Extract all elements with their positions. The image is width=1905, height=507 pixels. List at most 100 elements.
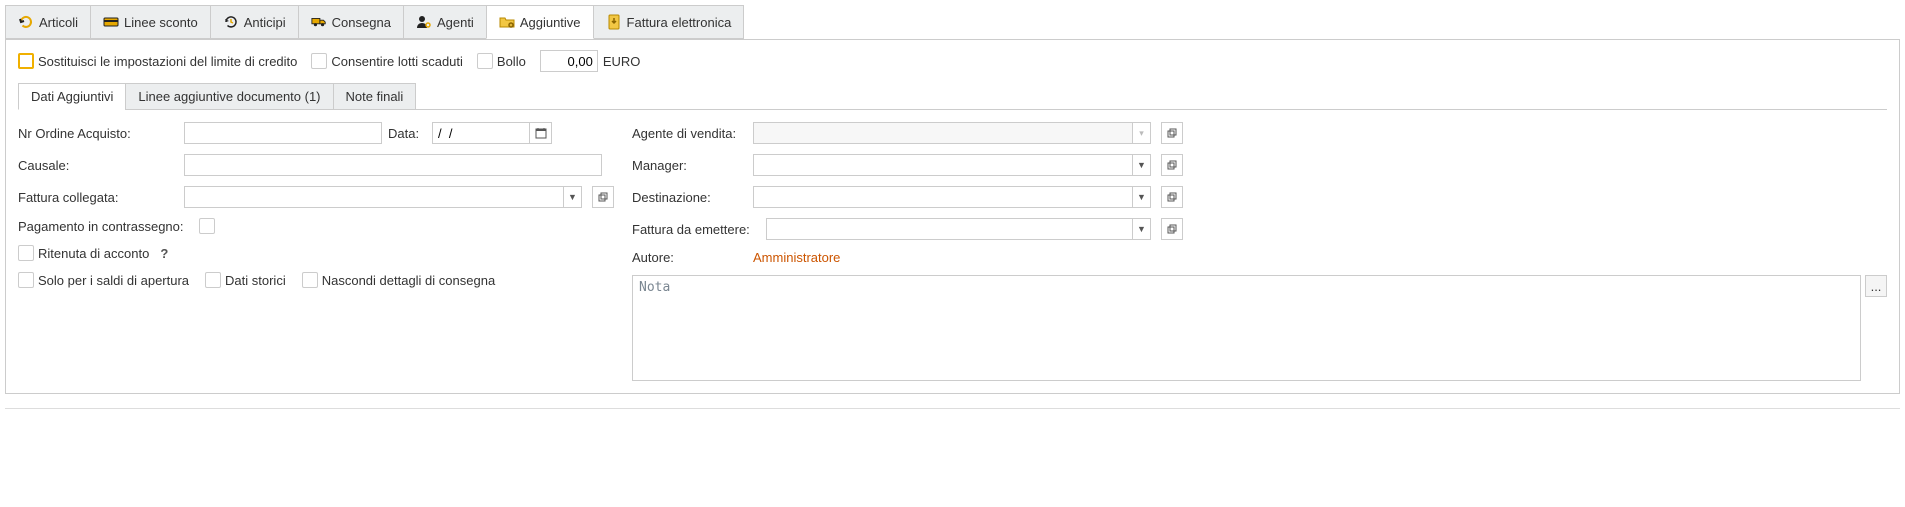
tab-consegna-label: Consegna [332,15,391,30]
consentire-lotti-label: Consentire lotti scaduti [331,54,463,69]
data-input[interactable] [432,122,530,144]
manager-label: Manager: [632,158,747,173]
dropdown-button-disabled: ▾ [1133,122,1151,144]
form-column-right: Agente di vendita: ▾ Manager: ▼ [632,122,1887,381]
dropdown-button[interactable]: ▼ [1133,154,1151,176]
bollo-checkbox[interactable]: Bollo [477,53,526,69]
popout-icon [1167,128,1177,138]
top-tab-bar: Articoli Linee sconto Anticipi Consegna … [5,5,1900,40]
nr-ordine-input[interactable] [184,122,382,144]
nota-textarea[interactable] [632,275,1861,381]
row-flag-checks: Solo per i saldi di apertura Dati storic… [18,272,618,288]
dropdown-button[interactable]: ▼ [564,186,582,208]
inner-tab-note-finali-label: Note finali [346,89,404,104]
inner-tab-bar: Dati Aggiuntivi Linee aggiuntive documen… [18,82,1887,110]
popout-button[interactable] [592,186,614,208]
discount-card-icon [103,14,119,30]
sostituisci-label: Sostituisci le impostazioni del limite d… [38,54,297,69]
popout-button[interactable] [1161,122,1183,144]
manager-input[interactable] [753,154,1133,176]
inner-tab-linee-aggiuntive[interactable]: Linee aggiuntive documento (1) [125,83,333,110]
row-pagamento-contrassegno: Pagamento in contrassegno: [18,218,618,234]
row-nota: ... [632,275,1887,381]
folder-gear-icon [499,14,515,30]
row-manager: Manager: ▼ [632,154,1887,176]
nr-ordine-label: Nr Ordine Acquisto: [18,126,178,141]
tab-articoli[interactable]: Articoli [5,5,91,39]
checkbox-icon [477,53,493,69]
row-agente-vendita: Agente di vendita: ▾ [632,122,1887,144]
calendar-button[interactable] [530,122,552,144]
fattura-collegata-combo: ▼ [184,186,582,208]
tab-fattura-elettronica[interactable]: Fattura elettronica [593,5,745,39]
agente-vendita-label: Agente di vendita: [632,126,747,141]
ritenuta-acconto-checkbox[interactable]: Ritenuta di acconto [18,245,149,261]
checkbox-icon [199,218,215,234]
popout-button[interactable] [1161,154,1183,176]
row-causale: Causale: [18,154,618,176]
checkbox-icon [18,245,34,261]
fattura-da-emettere-input[interactable] [766,218,1133,240]
nota-more-button[interactable]: ... [1865,275,1887,297]
data-date-control [432,122,552,144]
nascondi-dettagli-label: Nascondi dettagli di consegna [322,273,495,288]
tab-consegna[interactable]: Consegna [298,5,404,39]
tab-articoli-label: Articoli [39,15,78,30]
help-button[interactable]: ? [155,244,173,262]
inner-tab-note-finali[interactable]: Note finali [333,83,417,110]
destinazione-combo: ▼ [753,186,1151,208]
checkbox-icon [18,53,34,69]
popout-icon [1167,192,1177,202]
checkbox-icon [311,53,327,69]
fattura-collegata-input[interactable] [184,186,564,208]
causale-label: Causale: [18,158,178,173]
solo-saldi-apertura-label: Solo per i saldi di apertura [38,273,189,288]
dropdown-button[interactable]: ▼ [1133,186,1151,208]
row-fattura-collegata: Fattura collegata: ▼ [18,186,618,208]
manager-combo: ▼ [753,154,1151,176]
bollo-label: Bollo [497,54,526,69]
data-label: Data: [388,126,426,141]
row-autore: Autore: Amministratore [632,250,1887,265]
row-nr-ordine: Nr Ordine Acquisto: Data: [18,122,618,144]
tab-agenti-label: Agenti [437,15,474,30]
pagamento-contrassegno-label: Pagamento in contrassegno: [18,219,193,234]
row-ritenuta-acconto: Ritenuta di acconto ? [18,244,618,262]
destinazione-label: Destinazione: [632,190,747,205]
causale-input[interactable] [184,154,602,176]
destinazione-input[interactable] [753,186,1133,208]
dropdown-button[interactable]: ▼ [1133,218,1151,240]
consentire-lotti-checkbox[interactable]: Consentire lotti scaduti [311,53,463,69]
agente-vendita-combo: ▾ [753,122,1151,144]
inner-tab-dati-aggiuntivi[interactable]: Dati Aggiuntivi [18,83,126,110]
download-doc-icon [606,14,622,30]
tab-linee-sconto[interactable]: Linee sconto [90,5,211,39]
popout-icon [1167,224,1177,234]
calendar-icon [535,127,547,139]
popout-button[interactable] [1161,186,1183,208]
solo-saldi-apertura-checkbox[interactable]: Solo per i saldi di apertura [18,272,189,288]
row-fattura-da-emettere: Fattura da emettere: ▼ [632,218,1887,240]
inner-tab-dati-aggiuntivi-label: Dati Aggiuntivi [31,89,113,104]
popout-icon [1167,160,1177,170]
popout-button[interactable] [1161,218,1183,240]
fattura-collegata-label: Fattura collegata: [18,190,178,205]
form-column-left: Nr Ordine Acquisto: Data: Causale: Fattu… [18,122,618,381]
checkbox-icon [18,272,34,288]
form-grid: Nr Ordine Acquisto: Data: Causale: Fattu… [18,122,1887,381]
tab-linee-sconto-label: Linee sconto [124,15,198,30]
dati-storici-checkbox[interactable]: Dati storici [205,272,286,288]
tab-agenti[interactable]: Agenti [403,5,487,39]
fattura-da-emettere-label: Fattura da emettere: [632,222,760,237]
inner-tab-linee-aggiuntive-label: Linee aggiuntive documento (1) [138,89,320,104]
pagamento-contrassegno-checkbox[interactable] [199,218,215,234]
nascondi-dettagli-checkbox[interactable]: Nascondi dettagli di consegna [302,272,495,288]
rotate-icon [18,14,34,30]
tab-anticipi[interactable]: Anticipi [210,5,299,39]
sostituisci-limite-checkbox[interactable]: Sostituisci le impostazioni del limite d… [18,53,297,69]
bollo-amount-input[interactable] [540,50,598,72]
person-gear-icon [416,14,432,30]
autore-value: Amministratore [753,250,840,265]
tab-aggiuntive[interactable]: Aggiuntive [486,5,594,39]
footer-divider [5,408,1900,409]
